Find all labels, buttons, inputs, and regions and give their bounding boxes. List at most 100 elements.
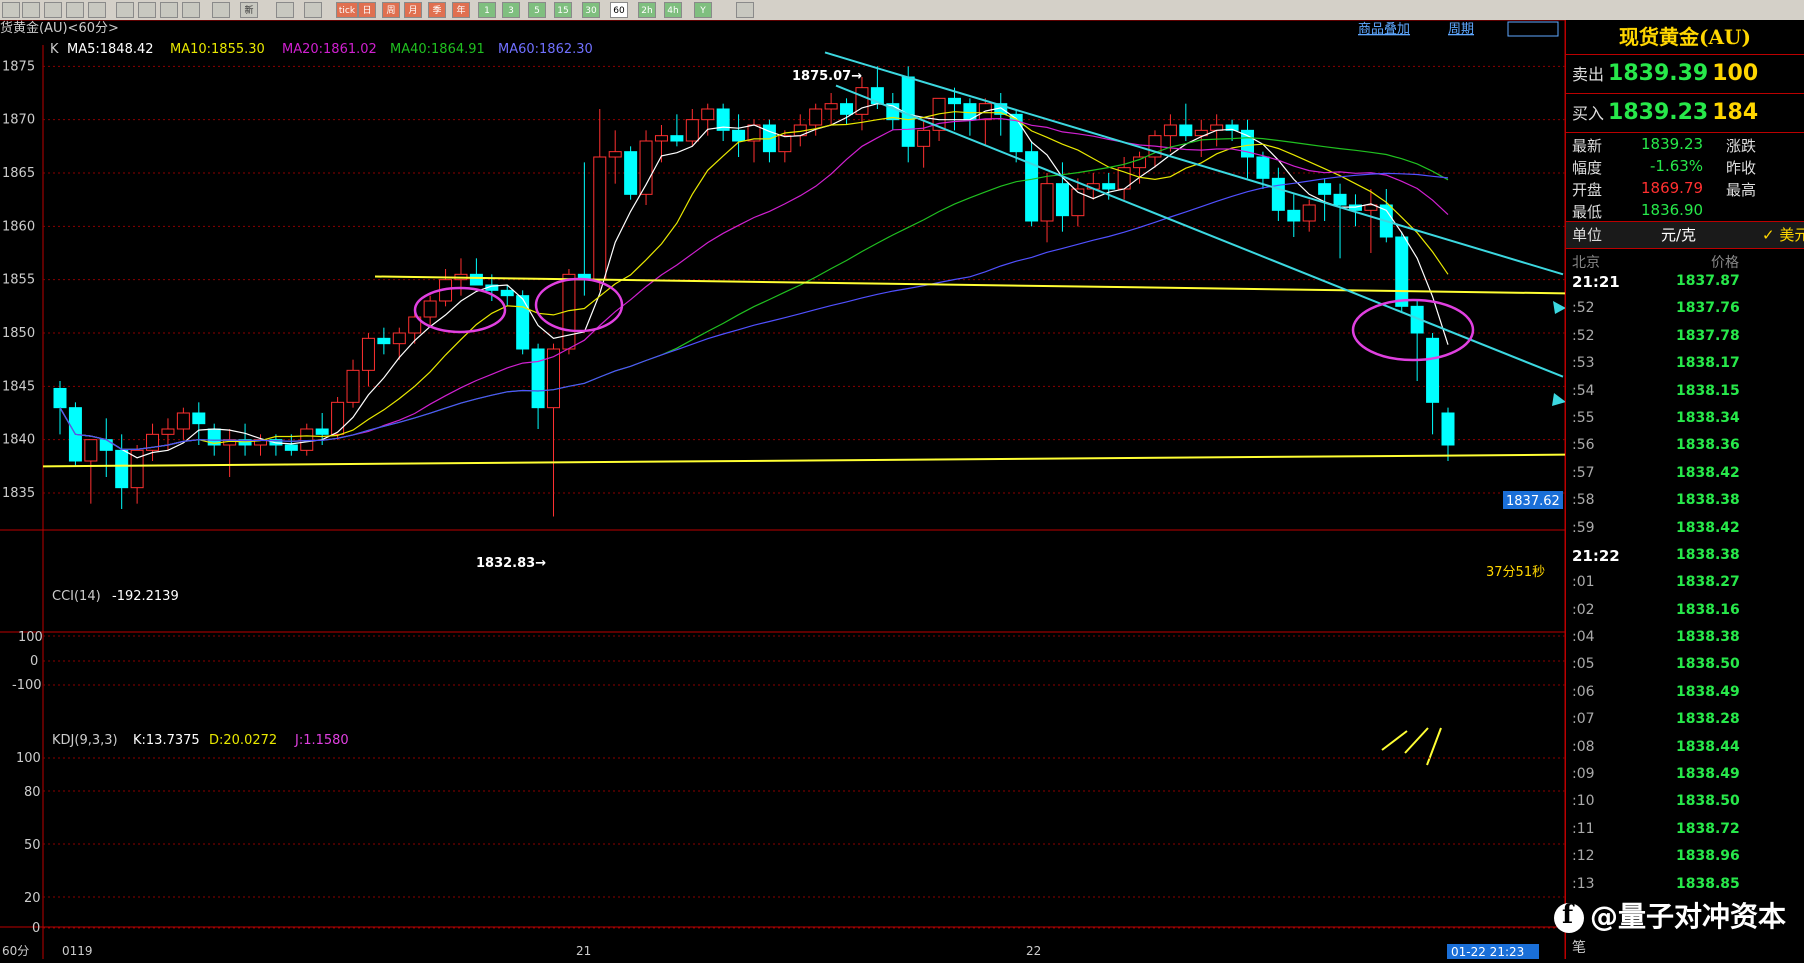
candle-body: [670, 135, 684, 142]
toolbar-button[interactable]: 新: [240, 2, 258, 18]
toolbar-button[interactable]: [736, 2, 754, 18]
tick-time: :05: [1572, 656, 1595, 673]
tick-row: :09 1838.49: [1566, 766, 1804, 793]
tick-price: 1838.49: [1676, 766, 1740, 783]
tick-time: :58: [1572, 492, 1595, 509]
candle-body: [531, 348, 545, 409]
toolbar-button[interactable]: 月: [404, 2, 422, 18]
price-tick: 1835: [2, 486, 35, 501]
x-label-0119: 0119: [62, 944, 93, 958]
candle-body: [840, 103, 854, 115]
range-value: -1.63%: [1650, 157, 1704, 175]
candle-body: [1256, 156, 1270, 179]
tick-price: 1838.96: [1676, 848, 1740, 865]
toolbar-button[interactable]: tick: [336, 2, 358, 18]
sell-label: 卖出: [1572, 65, 1605, 84]
high-label: 1875.07→: [792, 69, 862, 84]
range-label: 幅度: [1572, 159, 1603, 177]
candle-body: [361, 337, 375, 371]
toolbar-button[interactable]: [22, 2, 40, 18]
cci-value: -192.2139: [112, 589, 179, 604]
buy-volume: 184: [1712, 100, 1759, 125]
tick-time: :12: [1572, 848, 1595, 865]
toolbar-button[interactable]: 日: [358, 2, 376, 18]
toolbar-button[interactable]: 30: [582, 2, 600, 18]
ticks-header: 北京 价格: [1566, 249, 1804, 273]
toolbar-button[interactable]: 周: [382, 2, 400, 18]
candle-body: [1179, 124, 1193, 137]
toolbar-button[interactable]: [182, 2, 200, 18]
cci-tick-m100: -100: [12, 678, 42, 693]
tick-price: 1838.36: [1676, 437, 1740, 454]
tick-row: :55 1838.34: [1566, 410, 1804, 437]
toolbar-button[interactable]: 5: [528, 2, 546, 18]
usd-checkbox[interactable]: ✓ 美元: [1762, 222, 1804, 248]
toolbar-button[interactable]: [44, 2, 62, 18]
tick-row: :57 1838.42: [1566, 465, 1804, 492]
tick-time: :52: [1572, 327, 1595, 344]
candle-body: [1287, 209, 1301, 222]
toolbar-button[interactable]: Y: [694, 2, 712, 18]
tick-price: 1837.87: [1676, 273, 1740, 289]
candle-body: [947, 97, 961, 105]
watermark-logo-icon: [1553, 900, 1584, 933]
candle-body: [423, 300, 437, 318]
unit-value: 元/克: [1661, 226, 1697, 244]
toolbar-button[interactable]: 60: [610, 2, 628, 18]
overlay-link[interactable]: 商品叠加: [1358, 22, 1410, 37]
toolbar-button[interactable]: [138, 2, 156, 18]
ma10-label: MA10:1855.30: [170, 42, 265, 57]
tick-row: :52 1837.76: [1566, 300, 1804, 327]
toolbar-button[interactable]: [66, 2, 84, 18]
chart-canvas[interactable]: 货黄金(AU)<60分> K MA5:1848.42 MA10:1855.30 …: [0, 19, 1578, 959]
candle-body: [1040, 183, 1054, 222]
chart-area[interactable]: 货黄金(AU)<60分> K MA5:1848.42 MA10:1855.30 …: [0, 19, 1578, 959]
toolbar-button[interactable]: 3: [502, 2, 520, 18]
toolbar-button[interactable]: [88, 2, 106, 18]
tick-row: :56 1838.36: [1566, 437, 1804, 464]
kdj-tick-80: 80: [24, 785, 41, 800]
toolbar-button[interactable]: [304, 2, 322, 18]
cycle-link[interactable]: 周期: [1448, 22, 1474, 37]
tick-time: :04: [1572, 629, 1595, 646]
candle-body: [1395, 236, 1409, 307]
toolbar-button[interactable]: 2h: [638, 2, 656, 18]
x-label-21: 21: [576, 944, 591, 958]
tick-price: 1838.28: [1676, 711, 1740, 728]
toolbar-button[interactable]: [212, 2, 230, 18]
tick-row: 21:21 1837.87: [1566, 273, 1804, 300]
price-tick: 1865: [2, 166, 35, 181]
tick-price: 1837.78: [1676, 327, 1740, 344]
tick-time: :02: [1572, 601, 1595, 618]
toolbar-button[interactable]: 年: [452, 2, 470, 18]
unit-row: 单位 元/克 ✓ 美元: [1566, 222, 1804, 249]
tick-row: 21:22 1838.38: [1566, 547, 1804, 574]
toolbar-button[interactable]: 季: [428, 2, 446, 18]
candle-body: [778, 135, 792, 153]
toolbar-button[interactable]: 4h: [664, 2, 682, 18]
tick-time: :01: [1572, 574, 1595, 591]
candle-body: [1318, 183, 1332, 195]
tick-time: :55: [1572, 409, 1595, 426]
ma60-label: MA60:1862.30: [498, 42, 593, 57]
toolbar: 新 tick 日周月季年 1 3 5 15 30 60 2h 4h Y: [0, 0, 1804, 21]
toolbar-button[interactable]: [276, 2, 294, 18]
tick-row: :05 1838.50: [1566, 656, 1804, 683]
tick-row: :54 1838.15: [1566, 383, 1804, 410]
cci-label: CCI(14): [52, 589, 101, 604]
low-label: 1832.83→: [476, 556, 546, 571]
candle-body: [161, 428, 175, 435]
toolbar-button[interactable]: 1: [478, 2, 496, 18]
toolbar-button[interactable]: [2, 2, 20, 18]
kdj-tick-100: 100: [16, 751, 41, 766]
toolbar-button[interactable]: 15: [554, 2, 572, 18]
buy-row: 买入 1839.23 184: [1566, 94, 1804, 133]
tick-list[interactable]: 21:21 1837.87:52 1837.76:52 1837.78:53 1838.…: [1566, 273, 1804, 903]
candle-body: [624, 151, 638, 195]
toolbar-button[interactable]: [160, 2, 178, 18]
ma-k-label: K: [50, 42, 59, 57]
candle-body: [608, 151, 622, 158]
tick-row: :07 1838.28: [1566, 711, 1804, 738]
toolbar-button[interactable]: [116, 2, 134, 18]
price-tick: 1850: [2, 326, 35, 341]
